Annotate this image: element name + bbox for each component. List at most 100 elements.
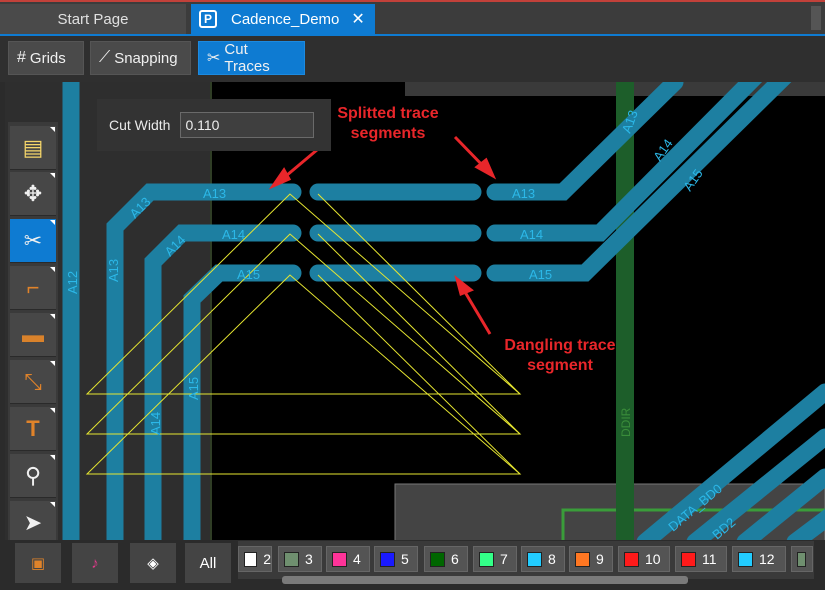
comment-tool[interactable]: ▤ [10, 126, 56, 170]
label-a13-right: A13 [512, 186, 535, 201]
add-area-icon: ▬ [22, 321, 44, 347]
layer-number: 6 [451, 551, 459, 567]
layer-list: 2 3 4 5 6 7 8 9 10 11 12 [238, 541, 814, 579]
layer-item[interactable]: 12 [732, 546, 786, 572]
net-colors-button[interactable]: ♪ [72, 543, 118, 583]
annotation-split: Splitted trace segments [318, 104, 458, 144]
layers-button[interactable]: ◈ [130, 543, 176, 583]
snap-icon: ⟋ [99, 49, 111, 66]
layer-swatch [479, 551, 494, 567]
snapping-label: Snapping [114, 49, 178, 67]
snapping-button[interactable]: ⟋ Snapping [90, 41, 191, 75]
annotation-split-line1: Splitted trace [337, 105, 439, 122]
layer-swatch [284, 551, 299, 567]
label-a15: A15 [237, 267, 260, 282]
cut-width-input[interactable] [180, 112, 315, 138]
layer-item[interactable]: 4 [326, 546, 370, 572]
submenu-indicator [50, 361, 55, 366]
layer-swatch [624, 551, 639, 567]
layer-number: 3 [305, 551, 313, 567]
close-icon[interactable]: ✕ [351, 9, 364, 29]
left-tool-strip: ▤ ✥ ✂ ⌐ ▬ ⤡ T ⚲ ➤ [8, 122, 58, 554]
layer-number: 8 [548, 551, 556, 567]
layer-item[interactable]: 8 [521, 546, 565, 572]
layer-swatch [244, 551, 258, 567]
add-text-tool[interactable]: T [10, 407, 56, 451]
label-a13-vertical: A13 [106, 259, 121, 282]
layer-item[interactable]: 5 [374, 546, 418, 572]
layer-number: 4 [353, 551, 361, 567]
layer-number: 2 [263, 551, 271, 567]
cut-tool[interactable]: ✂ [10, 219, 56, 263]
zoom-tool[interactable]: ⚲ [10, 454, 56, 498]
pcb-canvas[interactable]: A13 A14 A15 A13 A14 A15 A12 A13 A13 A14 … [5, 82, 825, 542]
layer-scrollbar[interactable] [282, 576, 688, 584]
annotation-dangling: Dangling trace segment [490, 336, 630, 376]
submenu-indicator [50, 220, 55, 225]
label-a15-right: A15 [529, 267, 552, 282]
layer-swatch [332, 551, 347, 567]
layer-item[interactable]: 2 [238, 546, 272, 572]
all-layers-button[interactable]: All [185, 543, 231, 583]
tab-scroll-handle[interactable] [811, 6, 821, 30]
toolbar: # Grids ⟋ Snapping ✂ Cut Traces [0, 36, 825, 82]
route-tool[interactable]: ⌐ [10, 266, 56, 310]
connect-tool[interactable]: ⤡ [10, 360, 56, 404]
layer-swatch [681, 551, 696, 567]
layer-swatch [797, 551, 806, 567]
tab-cadence-demo[interactable]: P Cadence_Demo ✕ [191, 4, 375, 34]
project-logo-icon: P [199, 10, 217, 28]
submenu-indicator [50, 502, 55, 507]
bottom-bar: ▣ ♪ ◈ All 2 3 4 5 6 7 8 9 10 11 12 [0, 540, 825, 590]
layer-item[interactable]: 6 [424, 546, 468, 572]
layer-number: 7 [500, 551, 508, 567]
display-button[interactable]: ▣ [15, 543, 61, 583]
add-area-tool[interactable]: ▬ [10, 313, 56, 357]
cut-traces-button[interactable]: ✂ Cut Traces [198, 41, 305, 75]
pointer-icon: ➤ [23, 509, 43, 535]
layer-swatch [527, 551, 542, 567]
tab-start-page[interactable]: Start Page [0, 4, 186, 34]
move-icon: ✥ [23, 180, 43, 206]
cut-traces-label: Cut Traces [224, 41, 270, 75]
layer-number: 10 [645, 551, 661, 567]
layer-item-partial[interactable] [791, 546, 813, 572]
layer-item[interactable]: 7 [473, 546, 517, 572]
grids-label: Grids [29, 49, 66, 67]
annotation-split-line2: segments [350, 125, 426, 142]
layer-swatch [738, 551, 753, 567]
connect-icon: ⤡ [24, 368, 42, 394]
submenu-indicator [50, 408, 55, 413]
submenu-indicator [50, 455, 55, 460]
submenu-indicator [50, 314, 55, 319]
grids-button[interactable]: # Grids [8, 41, 84, 75]
net-color-icon: ♪ [91, 554, 99, 572]
label-a15-vertical: A15 [186, 377, 201, 400]
add-text-icon: T [26, 415, 40, 441]
layer-item[interactable]: 9 [569, 546, 613, 572]
layer-item[interactable]: 11 [675, 546, 727, 572]
pointer-tool[interactable]: ➤ [10, 501, 56, 545]
layer-item[interactable]: 10 [618, 546, 670, 572]
layer-number: 5 [401, 551, 409, 567]
pcb-drawing: A13 A14 A15 A13 A14 A15 A12 A13 A13 A14 … [5, 82, 825, 542]
scissors-icon: ✂ [23, 227, 43, 253]
label-a12: A12 [65, 271, 80, 294]
layers-icon: ◈ [147, 555, 159, 572]
layer-swatch [575, 551, 590, 567]
submenu-indicator [50, 127, 55, 132]
arrow-dangling [460, 286, 492, 335]
monitor-icon: ▣ [30, 555, 46, 572]
ddir-trace [616, 82, 634, 542]
cut-width-label: Cut Width [109, 117, 171, 133]
layer-number: 9 [596, 551, 604, 567]
tab-label: Start Page [57, 10, 129, 28]
move-tool[interactable]: ✥ [10, 172, 56, 216]
comment-icon: ▤ [22, 134, 44, 160]
tab-bar: Start Page P Cadence_Demo ✕ [0, 0, 825, 38]
layer-item[interactable]: 3 [278, 546, 322, 572]
label-a14: A14 [222, 227, 245, 242]
label-ddir: DDIR [619, 407, 633, 437]
label-a14-right: A14 [520, 227, 543, 242]
layer-number: 12 [759, 551, 775, 567]
